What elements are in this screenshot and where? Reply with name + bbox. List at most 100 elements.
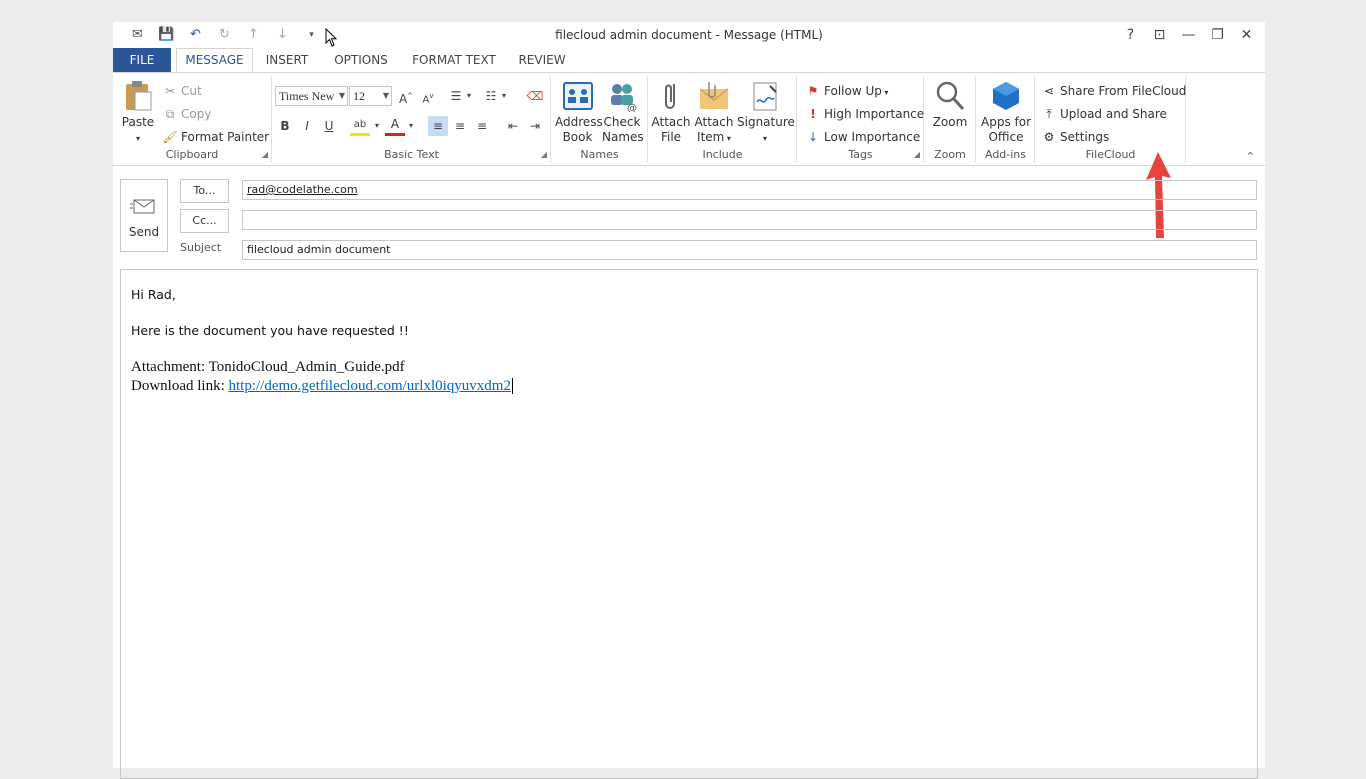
align-left-icon[interactable]: ≡	[428, 116, 448, 136]
tags-group: ⚑ Follow Up ▾ ! High Importance ↓ Low Impor…	[798, 76, 924, 163]
apps-for-office-icon	[993, 82, 1019, 110]
upload-icon: ⤒	[1046, 107, 1052, 121]
message-body[interactable]: Hi Rad, Here is the document you have re…	[120, 269, 1258, 779]
apps-for-office-button[interactable]: Apps for Office	[981, 80, 1031, 145]
signature-label: Signature	[737, 115, 795, 129]
addins-group-label: Add-ins	[984, 148, 1027, 161]
high-importance-label: High Importance	[824, 107, 925, 121]
basic-text-group: Times New ▼ 12 ▼ A^ Av ☰ ▾ ☷ ▾ ⌫ B I U ab …	[273, 76, 551, 163]
tab-message[interactable]: MESSAGE	[176, 48, 253, 72]
minimize-icon[interactable]: —	[1174, 24, 1203, 46]
attach-file-button[interactable]: Attach File	[651, 80, 691, 145]
collapse-ribbon-icon[interactable]: ⌃	[1246, 150, 1255, 163]
upload-and-share-button[interactable]: ⤒ Upload and Share	[1041, 104, 1167, 124]
copy-button[interactable]: ⧉ Copy	[162, 104, 212, 124]
basic-text-group-label: Basic Text	[384, 148, 439, 161]
dialog-launcher-icon[interactable]: ◢	[541, 150, 547, 159]
high-importance-button[interactable]: ! High Importance	[805, 104, 924, 124]
font-name-combo[interactable]: Times New ▼	[275, 86, 348, 106]
tab-format-text[interactable]: FORMAT TEXT	[409, 48, 499, 72]
zoom-group: Zoom Zoom	[925, 76, 976, 163]
to-button[interactable]: To...	[180, 179, 229, 203]
names-group-label: Names	[580, 148, 619, 161]
ribbon-display-icon[interactable]: ⊡	[1145, 24, 1174, 46]
restore-icon[interactable]: ❐	[1203, 24, 1232, 46]
chevron-down-icon[interactable]: ▾	[401, 116, 421, 136]
attachment-line: Attachment: TonidoCloud_Admin_Guide.pdf	[131, 359, 405, 375]
font-size-combo[interactable]: 12 ▼	[349, 86, 392, 106]
dialog-launcher-icon[interactable]: ◢	[262, 150, 268, 159]
align-center-icon[interactable]: ≡	[450, 116, 470, 136]
paste-label: Paste	[121, 115, 155, 129]
flag-icon: ⚑	[807, 84, 819, 98]
send-label: Send	[128, 225, 160, 239]
body-line: Here is the document you have requested …	[131, 323, 409, 338]
close-icon[interactable]: ✕	[1232, 24, 1261, 46]
gear-icon: ⚙	[1043, 130, 1055, 144]
dialog-launcher-icon[interactable]: ◢	[914, 150, 920, 159]
chevron-down-icon[interactable]: ▾	[459, 86, 479, 106]
download-link[interactable]: http://demo.getfilecloud.com/urlxl0iqyuv…	[229, 378, 511, 394]
zoom-label: Zoom	[932, 115, 968, 129]
addins-group: Apps for Office Add-ins	[977, 76, 1035, 163]
apps-for-office-label-2: Office	[988, 130, 1024, 144]
help-icon[interactable]: ?	[1116, 24, 1145, 46]
clipboard-group-label: Clipboard	[165, 148, 219, 161]
send-button[interactable]: Send	[120, 179, 168, 252]
apps-for-office-label-1: Apps for	[981, 115, 1032, 129]
format-painter-button[interactable]: 🖌 Format Painter	[162, 127, 269, 147]
chevron-down-icon[interactable]: ▾	[367, 116, 387, 136]
tab-file[interactable]: FILE	[113, 48, 171, 72]
chevron-down-icon: ▼	[382, 91, 389, 100]
underline-icon[interactable]: U	[319, 116, 339, 136]
envelope-attach-icon	[699, 82, 729, 109]
grow-font-icon[interactable]: A^	[396, 86, 416, 106]
format-painter-label: Format Painter	[181, 130, 270, 144]
window-title: filecloud admin document - Message (HTML…	[555, 28, 823, 42]
address-book-icon	[562, 82, 593, 110]
clear-formatting-icon[interactable]: ⌫	[525, 86, 545, 106]
italic-icon[interactable]: I	[297, 116, 317, 136]
tab-insert[interactable]: INSERT	[261, 48, 313, 72]
zoom-button[interactable]: Zoom	[931, 80, 969, 130]
check-names-icon: @	[611, 84, 637, 112]
include-group-label: Include	[702, 148, 743, 161]
attach-item-button[interactable]: Attach Item ▾	[693, 80, 735, 146]
tab-options[interactable]: OPTIONS	[328, 48, 394, 72]
filecloud-settings-button[interactable]: ⚙ Settings	[1041, 127, 1110, 147]
check-names-button[interactable]: @ Check Names	[602, 80, 644, 145]
shrink-font-icon[interactable]: Av	[418, 86, 438, 106]
cc-button[interactable]: Cc...	[180, 209, 229, 233]
signature-icon	[753, 82, 777, 111]
cc-field[interactable]	[242, 210, 1257, 230]
paste-icon	[126, 81, 152, 111]
chevron-down-icon[interactable]: ▾	[494, 86, 514, 106]
decrease-indent-icon[interactable]: ⇤	[503, 116, 523, 136]
signature-button[interactable]: Signature ▾	[737, 80, 795, 146]
tab-review[interactable]: REVIEW	[513, 48, 571, 72]
bold-icon[interactable]: B	[275, 116, 295, 136]
share-from-filecloud-button[interactable]: ⋖ Share From FileCloud	[1041, 81, 1186, 101]
address-book-button[interactable]: Address Book	[555, 80, 603, 145]
low-importance-button[interactable]: ↓ Low Importance	[805, 127, 920, 147]
arrow-down-icon: ↓	[807, 130, 819, 144]
copy-icon: ⧉	[165, 107, 175, 121]
follow-up-label: Follow Up	[824, 84, 882, 98]
exclamation-icon: !	[810, 107, 816, 121]
increase-indent-icon[interactable]: ⇥	[525, 116, 545, 136]
align-right-icon[interactable]: ≡	[472, 116, 492, 136]
address-book-label-2: Book	[562, 130, 593, 144]
paste-button[interactable]: Paste ▾	[121, 80, 155, 146]
subject-field[interactable]: filecloud admin document	[242, 240, 1257, 260]
to-field[interactable]: rad@codelathe.com	[242, 180, 1257, 200]
ribbon: Paste ▾ ✂ Cut ⧉ Copy 🖌 Format Painter Clipbo…	[113, 72, 1265, 166]
to-recipient[interactable]: rad@codelathe.com	[247, 183, 358, 196]
names-group: Address Book @ Check Names Names	[552, 76, 648, 163]
cut-button[interactable]: ✂ Cut	[162, 81, 202, 101]
upload-and-share-label: Upload and Share	[1060, 107, 1167, 121]
window-controls: ? ⊡ — ❐ ✕	[1116, 24, 1261, 46]
magnifier-icon	[936, 81, 965, 111]
tags-group-label: Tags	[848, 148, 873, 161]
paperclip-icon	[665, 84, 675, 109]
follow-up-button[interactable]: ⚑ Follow Up ▾	[805, 81, 889, 101]
